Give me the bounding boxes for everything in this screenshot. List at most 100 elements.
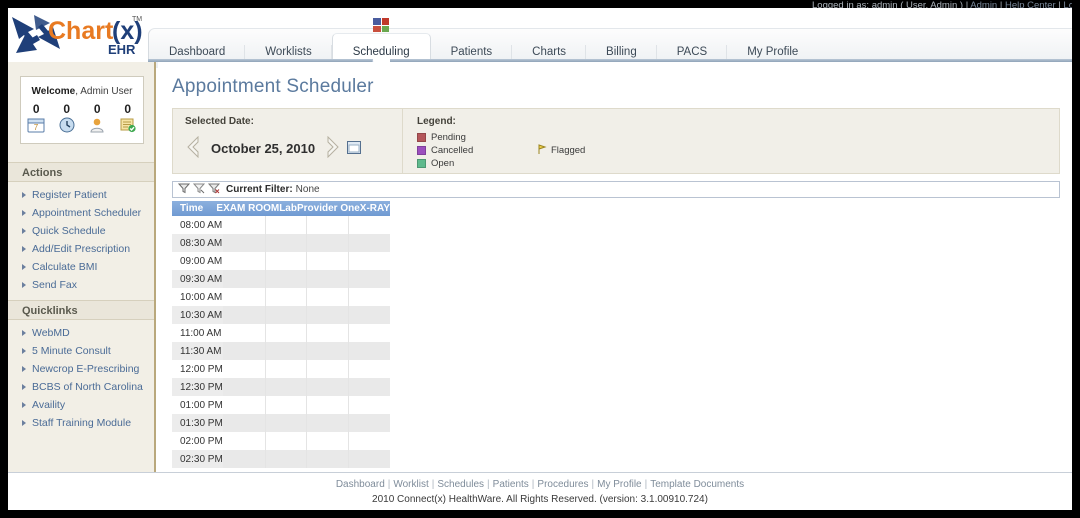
list-item[interactable]: Add/Edit Prescription <box>8 243 154 255</box>
table-row[interactable]: 10:00 AM <box>172 288 390 306</box>
calendar-picker-icon[interactable] <box>347 140 362 157</box>
list-item[interactable]: 5 Minute Consult <box>8 345 154 357</box>
patient-icon[interactable] <box>82 117 113 136</box>
action-appointment-scheduler[interactable]: Appointment Scheduler <box>32 207 141 219</box>
footer-link-worklist[interactable]: Worklist <box>393 479 428 490</box>
notes-check-icon[interactable] <box>113 117 144 136</box>
appointment-slot[interactable] <box>348 288 390 306</box>
chartx-logo[interactable]: Chart (x) TM EHR <box>0 8 148 60</box>
appointment-slot[interactable] <box>223 342 265 360</box>
appointment-slot[interactable] <box>264 432 307 450</box>
appointment-slot[interactable] <box>223 450 265 468</box>
filter-clear-icon[interactable] <box>207 182 221 197</box>
filter-edit-icon[interactable] <box>192 182 206 197</box>
list-item[interactable]: BCBS of North Carolina <box>8 381 154 393</box>
appointment-slot[interactable] <box>306 396 348 414</box>
appointment-slot[interactable] <box>264 360 307 378</box>
table-row[interactable]: 02:30 PM <box>172 450 391 468</box>
column-header-time[interactable]: Time <box>180 203 216 214</box>
appointment-slot[interactable] <box>306 432 348 450</box>
appointment-slot[interactable] <box>264 252 307 270</box>
list-item[interactable]: Appointment Scheduler <box>8 207 154 219</box>
appointment-slot[interactable] <box>306 378 349 396</box>
list-item[interactable]: Send Fax <box>8 279 154 291</box>
appointment-slot[interactable] <box>348 306 391 324</box>
appointment-slot[interactable] <box>306 414 349 432</box>
appointment-slot[interactable] <box>264 342 307 360</box>
appointment-slot[interactable] <box>348 414 391 432</box>
appointment-slot[interactable] <box>306 342 349 360</box>
appointment-slot[interactable] <box>264 216 307 234</box>
appointment-slot[interactable] <box>306 450 349 468</box>
table-row[interactable]: 11:30 AM <box>172 342 391 360</box>
table-row[interactable]: 10:30 AM <box>172 306 391 324</box>
appointment-slot[interactable] <box>306 360 348 378</box>
appointment-slot[interactable] <box>348 450 391 468</box>
appointment-slot[interactable] <box>223 324 265 342</box>
appointment-slot[interactable] <box>306 288 348 306</box>
appointment-slot[interactable] <box>264 234 307 252</box>
table-row[interactable]: 12:30 PM <box>172 378 391 396</box>
action-quick-schedule[interactable]: Quick Schedule <box>32 225 106 237</box>
quicklink-webmd[interactable]: WebMD <box>32 327 70 339</box>
table-row[interactable]: 01:00 PM <box>172 396 390 414</box>
footer-link-my-profile[interactable]: My Profile <box>597 479 641 490</box>
quicklink-staff-training-module[interactable]: Staff Training Module <box>32 417 131 429</box>
appointment-slot[interactable] <box>264 450 307 468</box>
appointment-slot[interactable] <box>223 378 265 396</box>
quicklink-bcbs-of-north-carolina[interactable]: BCBS of North Carolina <box>32 381 143 393</box>
list-item[interactable]: Staff Training Module <box>8 417 154 429</box>
next-day-icon[interactable] <box>325 135 341 161</box>
list-item[interactable]: Newcrop E-Prescribing <box>8 363 154 375</box>
appointment-slot[interactable] <box>348 270 391 288</box>
appointment-slot[interactable] <box>348 342 391 360</box>
appointment-slot[interactable] <box>223 306 265 324</box>
appointment-slot[interactable] <box>306 270 349 288</box>
clock-icon[interactable] <box>52 117 83 136</box>
action-register-patient[interactable]: Register Patient <box>32 189 107 201</box>
appointment-slot[interactable] <box>264 414 307 432</box>
filter-apply-icon[interactable] <box>177 182 191 197</box>
list-item[interactable]: Calculate BMI <box>8 261 154 273</box>
quicklink-newcrop-e-prescribing[interactable]: Newcrop E-Prescribing <box>32 363 139 375</box>
action-add-edit-prescription[interactable]: Add/Edit Prescription <box>32 243 130 255</box>
table-row[interactable]: 01:30 PM <box>172 414 391 432</box>
table-row[interactable]: 09:00 AM <box>172 252 390 270</box>
appointment-slot[interactable] <box>264 396 307 414</box>
appointment-slot[interactable] <box>264 288 307 306</box>
appointment-slot[interactable] <box>223 288 265 306</box>
quicklink-5-minute-consult[interactable]: 5 Minute Consult <box>32 345 111 357</box>
appointment-slot[interactable] <box>306 216 348 234</box>
appointment-slot[interactable] <box>264 378 307 396</box>
footer-link-patients[interactable]: Patients <box>493 479 529 490</box>
appointment-slot[interactable] <box>348 396 390 414</box>
footer-link-procedures[interactable]: Procedures <box>537 479 588 490</box>
appointment-slot[interactable] <box>223 396 265 414</box>
footer-link-dashboard[interactable]: Dashboard <box>336 479 385 490</box>
appointment-slot[interactable] <box>348 234 391 252</box>
appointment-slot[interactable] <box>306 306 349 324</box>
previous-day-icon[interactable] <box>185 135 201 161</box>
appointment-slot[interactable] <box>223 360 265 378</box>
appointment-slot[interactable] <box>306 252 348 270</box>
column-header-exam-room[interactable]: EXAM ROOM <box>216 203 279 214</box>
column-header-lab[interactable]: Lab <box>279 203 297 214</box>
calendar-icon[interactable]: 7 <box>21 117 52 136</box>
quicklink-availity[interactable]: Availity <box>32 399 65 411</box>
footer-link-schedules[interactable]: Schedules <box>437 479 484 490</box>
column-header-x-ray[interactable]: X-RAY <box>360 203 390 214</box>
footer-link-template-documents[interactable]: Template Documents <box>650 479 744 490</box>
list-item[interactable]: WebMD <box>8 327 154 339</box>
appointment-slot[interactable] <box>223 414 265 432</box>
appointment-slot[interactable] <box>223 216 265 234</box>
table-row[interactable]: 11:00 AM <box>172 324 390 342</box>
list-item[interactable]: Register Patient <box>8 189 154 201</box>
table-row[interactable]: 08:30 AM <box>172 234 391 252</box>
appointment-slot[interactable] <box>306 234 349 252</box>
appointment-slot[interactable] <box>306 324 348 342</box>
table-row[interactable]: 09:30 AM <box>172 270 391 288</box>
column-header-provider-one[interactable]: Provider One <box>297 203 360 214</box>
table-row[interactable]: 08:00 AM <box>172 216 390 234</box>
list-item[interactable]: Quick Schedule <box>8 225 154 237</box>
appointment-slot[interactable] <box>348 360 390 378</box>
